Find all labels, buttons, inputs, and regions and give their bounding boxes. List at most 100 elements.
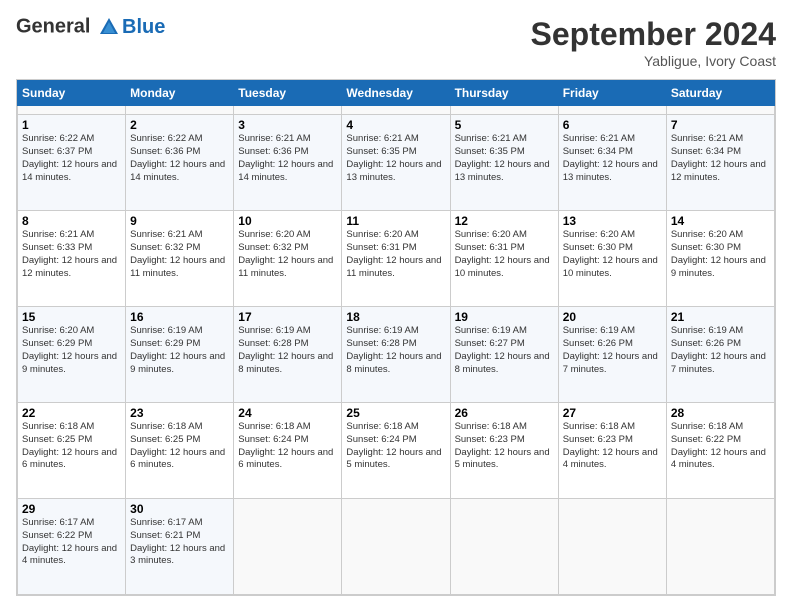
day-number: 17: [238, 310, 337, 324]
day-number: 25: [346, 406, 445, 420]
header: General Blue September 2024 Yabligue, Iv…: [16, 16, 776, 69]
day-info: Sunrise: 6:18 AM Sunset: 6:24 PM Dayligh…: [238, 421, 337, 472]
day-number: 15: [22, 310, 121, 324]
col-monday: Monday: [126, 81, 234, 106]
table-cell: 7 Sunrise: 6:21 AM Sunset: 6:34 PM Dayli…: [666, 115, 774, 211]
table-cell: 23 Sunrise: 6:18 AM Sunset: 6:25 PM Dayl…: [126, 403, 234, 499]
logo: General Blue: [16, 16, 165, 38]
table-cell: [18, 106, 126, 115]
day-info: Sunrise: 6:21 AM Sunset: 6:34 PM Dayligh…: [671, 133, 770, 184]
table-cell: 29 Sunrise: 6:17 AM Sunset: 6:22 PM Dayl…: [18, 498, 126, 594]
day-number: 18: [346, 310, 445, 324]
day-info: Sunrise: 6:17 AM Sunset: 6:21 PM Dayligh…: [130, 517, 229, 568]
day-info: Sunrise: 6:22 AM Sunset: 6:37 PM Dayligh…: [22, 133, 121, 184]
day-number: 6: [563, 118, 662, 132]
day-number: 26: [455, 406, 554, 420]
table-cell: 9 Sunrise: 6:21 AM Sunset: 6:32 PM Dayli…: [126, 211, 234, 307]
table-cell: 18 Sunrise: 6:19 AM Sunset: 6:28 PM Dayl…: [342, 307, 450, 403]
col-friday: Friday: [558, 81, 666, 106]
day-number: 30: [130, 502, 229, 516]
table-cell: 1 Sunrise: 6:22 AM Sunset: 6:37 PM Dayli…: [18, 115, 126, 211]
table-cell: [234, 106, 342, 115]
logo-blue: Blue: [122, 17, 165, 37]
day-number: 14: [671, 214, 770, 228]
table-cell: 16 Sunrise: 6:19 AM Sunset: 6:29 PM Dayl…: [126, 307, 234, 403]
day-info: Sunrise: 6:19 AM Sunset: 6:28 PM Dayligh…: [346, 325, 445, 376]
day-info: Sunrise: 6:19 AM Sunset: 6:29 PM Dayligh…: [130, 325, 229, 376]
day-number: 1: [22, 118, 121, 132]
day-number: 13: [563, 214, 662, 228]
table-cell: 5 Sunrise: 6:21 AM Sunset: 6:35 PM Dayli…: [450, 115, 558, 211]
table-cell: 10 Sunrise: 6:20 AM Sunset: 6:32 PM Dayl…: [234, 211, 342, 307]
location: Yabligue, Ivory Coast: [531, 53, 776, 69]
day-number: 19: [455, 310, 554, 324]
day-info: Sunrise: 6:20 AM Sunset: 6:29 PM Dayligh…: [22, 325, 121, 376]
day-number: 21: [671, 310, 770, 324]
table-cell: [342, 106, 450, 115]
day-number: 9: [130, 214, 229, 228]
day-info: Sunrise: 6:19 AM Sunset: 6:27 PM Dayligh…: [455, 325, 554, 376]
table-cell: 25 Sunrise: 6:18 AM Sunset: 6:24 PM Dayl…: [342, 403, 450, 499]
table-cell: [450, 498, 558, 594]
day-info: Sunrise: 6:21 AM Sunset: 6:36 PM Dayligh…: [238, 133, 337, 184]
table-cell: [558, 106, 666, 115]
day-info: Sunrise: 6:21 AM Sunset: 6:33 PM Dayligh…: [22, 229, 121, 280]
table-cell: 15 Sunrise: 6:20 AM Sunset: 6:29 PM Dayl…: [18, 307, 126, 403]
day-info: Sunrise: 6:21 AM Sunset: 6:35 PM Dayligh…: [346, 133, 445, 184]
day-number: 27: [563, 406, 662, 420]
day-info: Sunrise: 6:20 AM Sunset: 6:32 PM Dayligh…: [238, 229, 337, 280]
day-info: Sunrise: 6:18 AM Sunset: 6:25 PM Dayligh…: [130, 421, 229, 472]
day-info: Sunrise: 6:19 AM Sunset: 6:26 PM Dayligh…: [563, 325, 662, 376]
logo-icon: [98, 16, 120, 38]
table-cell: [558, 498, 666, 594]
day-info: Sunrise: 6:18 AM Sunset: 6:22 PM Dayligh…: [671, 421, 770, 472]
table-cell: 17 Sunrise: 6:19 AM Sunset: 6:28 PM Dayl…: [234, 307, 342, 403]
day-number: 16: [130, 310, 229, 324]
col-tuesday: Tuesday: [234, 81, 342, 106]
table-cell: 13 Sunrise: 6:20 AM Sunset: 6:30 PM Dayl…: [558, 211, 666, 307]
day-number: 23: [130, 406, 229, 420]
table-cell: [450, 106, 558, 115]
day-info: Sunrise: 6:20 AM Sunset: 6:30 PM Dayligh…: [671, 229, 770, 280]
table-cell: [342, 498, 450, 594]
day-info: Sunrise: 6:18 AM Sunset: 6:23 PM Dayligh…: [563, 421, 662, 472]
day-info: Sunrise: 6:19 AM Sunset: 6:28 PM Dayligh…: [238, 325, 337, 376]
day-number: 8: [22, 214, 121, 228]
col-sunday: Sunday: [18, 81, 126, 106]
table-cell: 6 Sunrise: 6:21 AM Sunset: 6:34 PM Dayli…: [558, 115, 666, 211]
col-thursday: Thursday: [450, 81, 558, 106]
day-info: Sunrise: 6:20 AM Sunset: 6:31 PM Dayligh…: [346, 229, 445, 280]
day-info: Sunrise: 6:17 AM Sunset: 6:22 PM Dayligh…: [22, 517, 121, 568]
day-number: 2: [130, 118, 229, 132]
table-cell: 12 Sunrise: 6:20 AM Sunset: 6:31 PM Dayl…: [450, 211, 558, 307]
table-cell: 2 Sunrise: 6:22 AM Sunset: 6:36 PM Dayli…: [126, 115, 234, 211]
day-info: Sunrise: 6:21 AM Sunset: 6:35 PM Dayligh…: [455, 133, 554, 184]
day-number: 28: [671, 406, 770, 420]
day-info: Sunrise: 6:20 AM Sunset: 6:30 PM Dayligh…: [563, 229, 662, 280]
page-container: General Blue September 2024 Yabligue, Iv…: [0, 0, 792, 612]
table-cell: 4 Sunrise: 6:21 AM Sunset: 6:35 PM Dayli…: [342, 115, 450, 211]
table-cell: 19 Sunrise: 6:19 AM Sunset: 6:27 PM Dayl…: [450, 307, 558, 403]
day-info: Sunrise: 6:18 AM Sunset: 6:23 PM Dayligh…: [455, 421, 554, 472]
table-cell: [234, 498, 342, 594]
day-info: Sunrise: 6:20 AM Sunset: 6:31 PM Dayligh…: [455, 229, 554, 280]
day-number: 22: [22, 406, 121, 420]
table-cell: 30 Sunrise: 6:17 AM Sunset: 6:21 PM Dayl…: [126, 498, 234, 594]
day-number: 3: [238, 118, 337, 132]
logo-general: General: [16, 15, 90, 37]
day-info: Sunrise: 6:22 AM Sunset: 6:36 PM Dayligh…: [130, 133, 229, 184]
day-info: Sunrise: 6:19 AM Sunset: 6:26 PM Dayligh…: [671, 325, 770, 376]
day-info: Sunrise: 6:18 AM Sunset: 6:24 PM Dayligh…: [346, 421, 445, 472]
col-saturday: Saturday: [666, 81, 774, 106]
calendar-body: 1 Sunrise: 6:22 AM Sunset: 6:37 PM Dayli…: [18, 106, 775, 595]
day-number: 5: [455, 118, 554, 132]
day-info: Sunrise: 6:21 AM Sunset: 6:32 PM Dayligh…: [130, 229, 229, 280]
table-cell: 20 Sunrise: 6:19 AM Sunset: 6:26 PM Dayl…: [558, 307, 666, 403]
table-cell: 22 Sunrise: 6:18 AM Sunset: 6:25 PM Dayl…: [18, 403, 126, 499]
table-cell: 24 Sunrise: 6:18 AM Sunset: 6:24 PM Dayl…: [234, 403, 342, 499]
table-cell: [126, 106, 234, 115]
day-number: 10: [238, 214, 337, 228]
day-number: 4: [346, 118, 445, 132]
month-title: September 2024: [531, 16, 776, 53]
table-cell: [666, 498, 774, 594]
